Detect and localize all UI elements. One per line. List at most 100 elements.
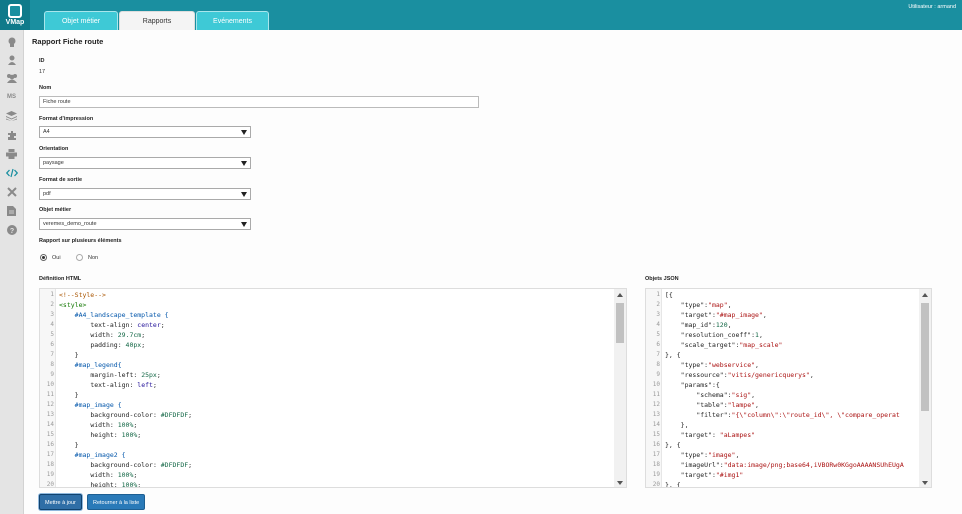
code-line: "target":"#map_image", — [680, 311, 767, 319]
tab-evenements[interactable]: Evénements — [196, 11, 269, 30]
line-number: 14 — [46, 421, 54, 428]
line-number: 14 — [652, 421, 660, 428]
code-line: background-color: #DFDFDF; — [90, 461, 193, 469]
svg-text:?: ? — [9, 227, 13, 234]
line-number: 8 — [656, 361, 660, 368]
ms-icon[interactable]: MS — [5, 91, 18, 102]
line-number: 20 — [46, 481, 54, 488]
code-line: } — [59, 441, 79, 449]
format-sortie-value: pdf — [43, 191, 51, 197]
objet-metier-value: veremes_demo_route — [43, 221, 97, 227]
json-code-editor[interactable]: 1 2 3 4 5 6 7 8 9 10 11 12 13 14 15 16 17 18 19 20 [{ "type… — [645, 288, 932, 488]
users-icon[interactable] — [5, 72, 18, 83]
code-line: #map_legend{ — [59, 361, 122, 369]
line-number: 7 — [656, 351, 660, 358]
line-number: 4 — [50, 321, 54, 328]
code-line: }, { — [665, 351, 681, 359]
line-number: 8 — [50, 361, 54, 368]
back-to-list-button[interactable]: Retourner à la liste — [87, 494, 146, 510]
multi-label: Rapport sur plusieurs éléments — [39, 238, 122, 244]
line-number: 10 — [652, 381, 660, 388]
tab-objet-metier[interactable]: Objet métier — [44, 11, 118, 30]
main-content: Rapport Fiche route ID 17 Nom Fiche rout… — [24, 30, 962, 514]
id-label: ID — [39, 58, 45, 64]
line-number: 12 — [46, 401, 54, 408]
nom-input[interactable]: Fiche route — [39, 96, 479, 108]
scroll-thumb[interactable] — [616, 303, 624, 343]
line-number: 2 — [50, 301, 54, 308]
sidebar: MS ? — [0, 30, 24, 514]
code-line: "target": "aLampes" — [680, 431, 756, 439]
line-number: 20 — [652, 481, 660, 488]
line-number: 19 — [652, 471, 660, 478]
line-number: 13 — [46, 411, 54, 418]
line-number: 3 — [50, 311, 54, 318]
app-logo[interactable]: VMap — [0, 0, 30, 30]
radio-non[interactable] — [76, 254, 83, 261]
line-number: 19 — [46, 471, 54, 478]
format-sortie-select[interactable]: pdf — [39, 188, 251, 200]
line-number: 6 — [50, 341, 54, 348]
user-icon[interactable] — [5, 54, 18, 65]
scroll-down-icon[interactable] — [922, 481, 928, 485]
line-number: 11 — [46, 391, 54, 398]
logo-text: VMap — [5, 19, 25, 26]
json-objects-label: Objets JSON — [645, 276, 679, 282]
code-line: "map_id":120, — [680, 321, 732, 329]
format-impression-select[interactable]: A4 — [39, 126, 251, 138]
code-line: "resolution_coeff":1, — [680, 331, 763, 339]
scroll-up-icon[interactable] — [617, 293, 623, 297]
line-number: 9 — [656, 371, 660, 378]
chevron-down-icon — [241, 192, 247, 197]
format-impression-label: Format d'impression — [39, 116, 94, 122]
printer-icon[interactable] — [5, 148, 18, 159]
code-line: "type":"image", — [680, 451, 740, 459]
radio-oui[interactable] — [40, 254, 47, 261]
line-number: 18 — [46, 461, 54, 468]
document-icon[interactable] — [5, 205, 18, 216]
code-line: "filter":"{\"column\":\"route_id\", \"co… — [696, 411, 900, 419]
line-number: 11 — [652, 391, 660, 398]
scroll-thumb[interactable] — [921, 303, 929, 411]
code-line: }, { — [665, 441, 681, 449]
update-button[interactable]: Mettre à jour — [39, 494, 82, 510]
line-number: 4 — [656, 321, 660, 328]
chevron-down-icon — [241, 222, 247, 227]
code-line: "scale_target":"map_scale" — [680, 341, 783, 349]
tab-rapports[interactable]: Rapports — [119, 11, 195, 30]
code-line: height: 100%; — [90, 431, 142, 439]
line-number: 5 — [656, 331, 660, 338]
line-number: 12 — [652, 401, 660, 408]
orientation-select[interactable]: paysage — [39, 157, 251, 169]
code-line: #map_image { — [59, 401, 122, 409]
code-line: "table":"lampe", — [696, 401, 759, 409]
line-number: 18 — [652, 461, 660, 468]
help-icon[interactable]: ? — [5, 224, 18, 235]
radio-oui-label: Oui — [52, 255, 61, 261]
chevron-down-icon — [241, 130, 247, 135]
tools-icon[interactable] — [5, 186, 18, 197]
code-icon[interactable] — [5, 167, 18, 178]
scroll-up-icon[interactable] — [922, 293, 928, 297]
json-editor-scrollbar[interactable] — [919, 289, 931, 487]
code-line: <style> — [59, 301, 87, 309]
code-line: "type":"webservice", — [680, 361, 759, 369]
orientation-value: paysage — [43, 160, 64, 166]
puzzle-icon[interactable] — [5, 129, 18, 140]
brain-icon[interactable] — [5, 36, 18, 47]
code-line: "type":"map", — [680, 301, 732, 309]
user-label[interactable]: Utilisateur : armand — [908, 4, 956, 10]
code-line: "imageUrl":"data:image/png;base64,iVBORw… — [680, 461, 904, 469]
scroll-down-icon[interactable] — [617, 481, 623, 485]
layers-icon[interactable] — [5, 110, 18, 121]
code-line: text-align: left; — [90, 381, 157, 389]
line-number: 6 — [656, 341, 660, 348]
html-code-editor[interactable]: 1 2 3 4 5 6 7 8 9 10 11 12 13 14 15 16 17 18 19 20 <!--Styl… — [39, 288, 627, 488]
line-number: 7 — [50, 351, 54, 358]
chevron-down-icon — [241, 161, 247, 166]
line-number: 1 — [50, 291, 54, 298]
html-editor-scrollbar[interactable] — [614, 289, 626, 487]
objet-metier-select[interactable]: veremes_demo_route — [39, 218, 251, 230]
code-line: <!--Style--> — [59, 291, 106, 299]
line-number: 17 — [652, 451, 660, 458]
